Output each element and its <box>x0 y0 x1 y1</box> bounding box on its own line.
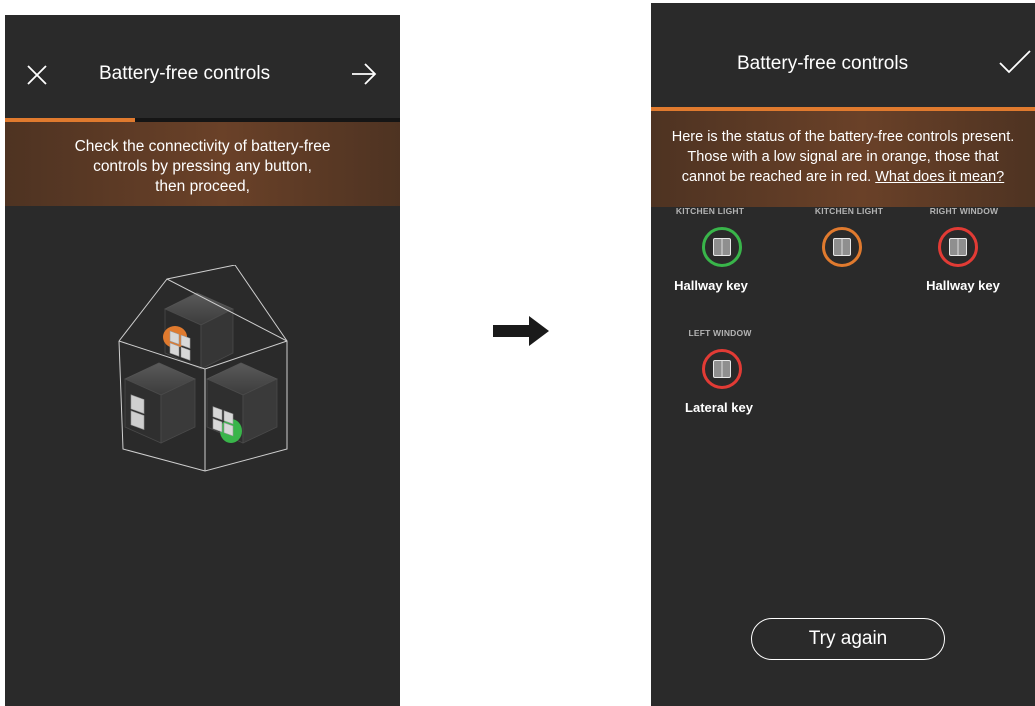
control-name: Hallway key <box>674 278 748 293</box>
try-again-button[interactable]: Try again <box>751 618 945 660</box>
control-label: RIGHT WINDOW <box>929 206 999 216</box>
switch-icon <box>949 238 967 256</box>
banner-text: cannot be reached are in red. <box>681 169 872 185</box>
switch-icon <box>833 238 851 256</box>
house-with-switches-illustration <box>118 265 288 472</box>
close-icon[interactable] <box>26 64 48 86</box>
instruction-banner: Check the connectivity of battery-free c… <box>5 122 400 206</box>
what-does-it-mean-link[interactable]: What does it mean? <box>875 169 1004 185</box>
banner-line: Those with a low signal are in orange, t… <box>687 149 999 165</box>
control-status-ring[interactable] <box>938 227 978 267</box>
control-status-ring[interactable] <box>702 227 742 267</box>
checkmark-icon[interactable] <box>998 49 1032 75</box>
arrow-right-icon[interactable] <box>351 62 377 86</box>
control-name: Hallway key <box>926 278 1000 293</box>
control-label: KITCHEN LIGHT <box>814 206 884 216</box>
control-status-ring[interactable] <box>822 227 862 267</box>
status-banner: Here is the status of the battery-free c… <box>651 111 1035 207</box>
control-label: KITCHEN LIGHT <box>675 206 745 216</box>
switch-icon <box>713 360 731 378</box>
banner-line: then proceed, <box>155 178 250 195</box>
arrow-right-icon <box>493 316 549 346</box>
page-title: Battery-free controls <box>737 53 909 74</box>
switch-icon <box>713 238 731 256</box>
left-screen: Battery-free controls Check the connecti… <box>5 15 400 706</box>
banner-line: Check the connectivity of battery-free <box>74 138 331 155</box>
control-name: Lateral key <box>685 400 753 415</box>
control-label: LEFT WINDOW <box>688 328 752 338</box>
banner-line: Here is the status of the battery-free c… <box>671 129 1015 145</box>
right-screen: Battery-free controls Here is the status… <box>651 3 1035 706</box>
page-title: Battery-free controls <box>99 63 271 84</box>
banner-line: controls by pressing any button, <box>93 158 312 175</box>
banner-line: cannot be reached are in red. What does … <box>651 167 1035 187</box>
control-status-ring[interactable] <box>702 349 742 389</box>
